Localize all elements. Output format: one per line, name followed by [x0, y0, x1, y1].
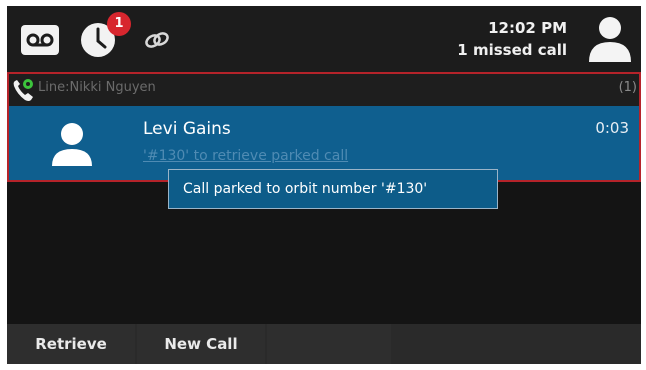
new-call-button[interactable]: New Call	[137, 324, 265, 364]
line-call-count: (1)	[618, 80, 637, 95]
avatar	[47, 120, 97, 170]
line-header: Line:Nikki Nguyen (1)	[9, 74, 639, 106]
caller-name: Levi Gains	[143, 119, 231, 139]
user-icon[interactable]	[587, 14, 633, 64]
status-bar: 1 12:02 PM 1 missed call	[7, 6, 641, 72]
softkey-bar: Retrieve New Call	[7, 324, 641, 364]
time-label: 12:02 PM	[488, 19, 567, 37]
call-timer: 0:03	[595, 119, 629, 137]
empty-softkey[interactable]	[267, 324, 391, 364]
link-icon[interactable]	[143, 28, 171, 52]
status-clock: 12:02 PM 1 missed call	[457, 18, 567, 60]
missed-call-label[interactable]: 1 missed call	[457, 40, 567, 60]
line-label: Line:Nikki Nguyen	[38, 80, 156, 95]
missed-call-badge: 1	[107, 12, 131, 36]
voicemail-icon[interactable]	[21, 25, 59, 55]
retrieve-button[interactable]: Retrieve	[7, 324, 135, 364]
phone-icon	[11, 78, 37, 104]
active-call-panel: Line:Nikki Nguyen (1) Levi Gains '#130' …	[7, 72, 641, 182]
call-status-text: '#130' to retrieve parked call	[143, 148, 349, 164]
phone-screen: 1 12:02 PM 1 missed call Line:Nikki Nguy…	[7, 6, 641, 364]
notification-toast: Call parked to orbit number '#130'	[168, 169, 498, 209]
